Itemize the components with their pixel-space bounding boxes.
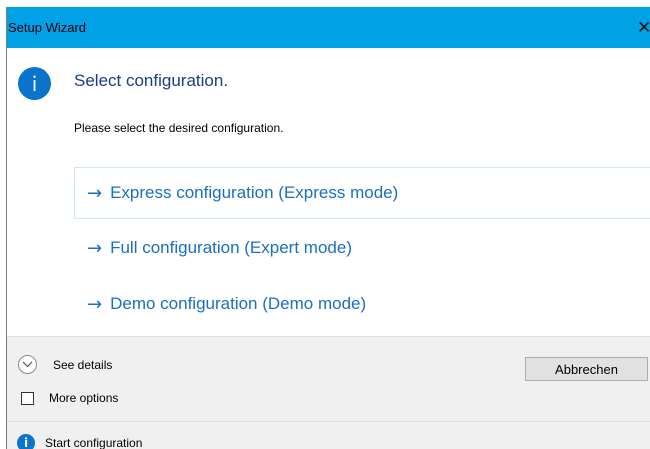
demo-configuration-link[interactable]: → Demo configuration (Demo mode) bbox=[74, 278, 650, 330]
chevron-down-icon[interactable] bbox=[18, 355, 37, 374]
more-options-checkbox[interactable] bbox=[21, 391, 34, 405]
window-title: Setup Wizard bbox=[8, 20, 87, 35]
command-link-label: Express configuration (Express mode) bbox=[110, 183, 399, 202]
footer-info-text: Start configuration bbox=[45, 436, 143, 449]
content-text: Please select the desired configuration. bbox=[74, 121, 284, 135]
express-configuration-link[interactable]: → Express configuration (Express mode) bbox=[74, 167, 650, 219]
see-details-toggle[interactable]: See details bbox=[18, 355, 112, 374]
cancel-button[interactable]: Abbrechen bbox=[525, 357, 648, 381]
footer-info: i Start configuration bbox=[17, 434, 142, 449]
arrow-right-icon: → bbox=[87, 293, 103, 315]
info-icon: i bbox=[18, 67, 51, 100]
dialog-footer: See details Abbrechen More options i Sta… bbox=[7, 336, 650, 449]
setup-wizard-window: Setup Wizard ✕ i Select configuration. P… bbox=[6, 7, 650, 449]
full-configuration-link[interactable]: → Full configuration (Expert mode) bbox=[74, 222, 650, 274]
info-icon: i bbox=[17, 434, 35, 449]
command-link-label: Demo configuration (Demo mode) bbox=[110, 294, 367, 313]
more-options-label: More options bbox=[49, 391, 119, 405]
see-details-label: See details bbox=[53, 357, 113, 372]
command-link-label: Full configuration (Expert mode) bbox=[110, 238, 352, 257]
arrow-right-icon: → bbox=[87, 237, 103, 259]
title-bar[interactable]: Setup Wizard ✕ bbox=[7, 7, 650, 48]
arrow-right-icon: → bbox=[87, 182, 103, 204]
more-options-row[interactable]: More options bbox=[21, 391, 118, 405]
footer-divider bbox=[7, 421, 650, 422]
close-icon[interactable]: ✕ bbox=[637, 7, 650, 48]
main-instruction: Select configuration. bbox=[74, 71, 229, 90]
